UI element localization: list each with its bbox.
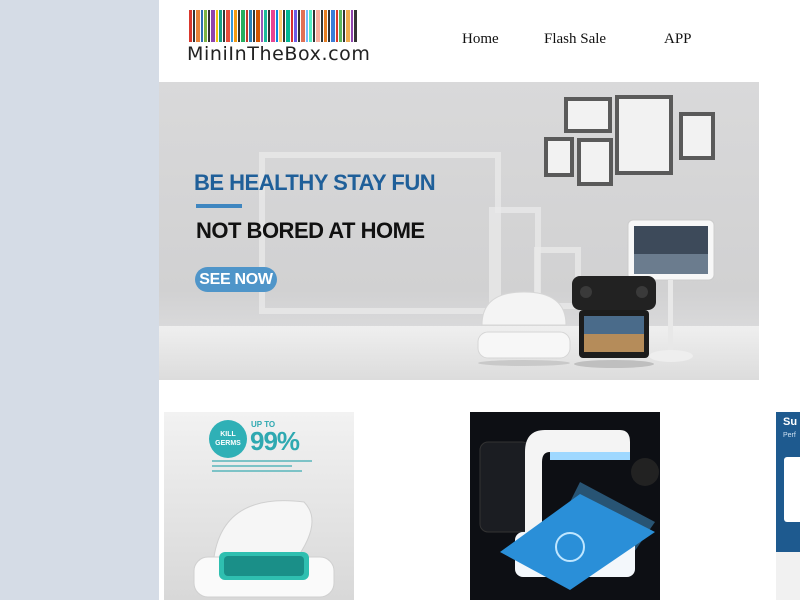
hero-banner[interactable]: BE HEALTHY STAY FUN NOT BORED AT HOME SE… [159,82,759,380]
barcode-logo-icon [189,10,371,42]
product-card-subtitle: Perf [783,432,796,439]
device-icon [784,457,800,522]
product-row: KILL GERMS UP TO 99% Su Perf [159,382,800,600]
wall-frame-icon [577,138,613,186]
product-card-title: Su [783,416,798,428]
wall-frame-icon [679,112,715,160]
logo-text: MiniInTheBox.com [187,43,371,65]
product-card[interactable]: Su Perf [776,412,800,600]
phone-gamepad-icon [572,276,656,368]
nav-home[interactable]: Home [462,31,499,48]
product-card[interactable]: KILL GERMS UP TO 99% [164,412,354,600]
wall-frame-icon [615,95,673,175]
kill-germs-badge: KILL GERMS [209,420,247,458]
wireless-charger-icon [479,430,659,590]
wall-frame-icon [544,137,574,177]
percent-label: 99% [250,426,300,456]
page-container: MiniInTheBox.com Home Flash Sale APP BE … [159,0,800,600]
headline-underline [196,204,242,208]
banner-subheadline: NOT BORED AT HOME [196,218,425,243]
card-floor [776,552,800,600]
nav-app[interactable]: APP [664,31,692,48]
nav-flash-sale[interactable]: Flash Sale [544,31,606,48]
site-header: MiniInTheBox.com Home Flash Sale APP [159,0,759,82]
banner-headline: BE HEALTHY STAY FUN [194,170,436,195]
uv-sanitizer-icon [477,291,571,366]
site-logo[interactable]: MiniInTheBox.com [187,10,373,68]
wall-frame-icon [564,97,612,133]
see-now-button[interactable]: SEE NOW [195,267,277,292]
product-card[interactable] [470,412,660,600]
sanitizer-box-icon [193,500,335,598]
